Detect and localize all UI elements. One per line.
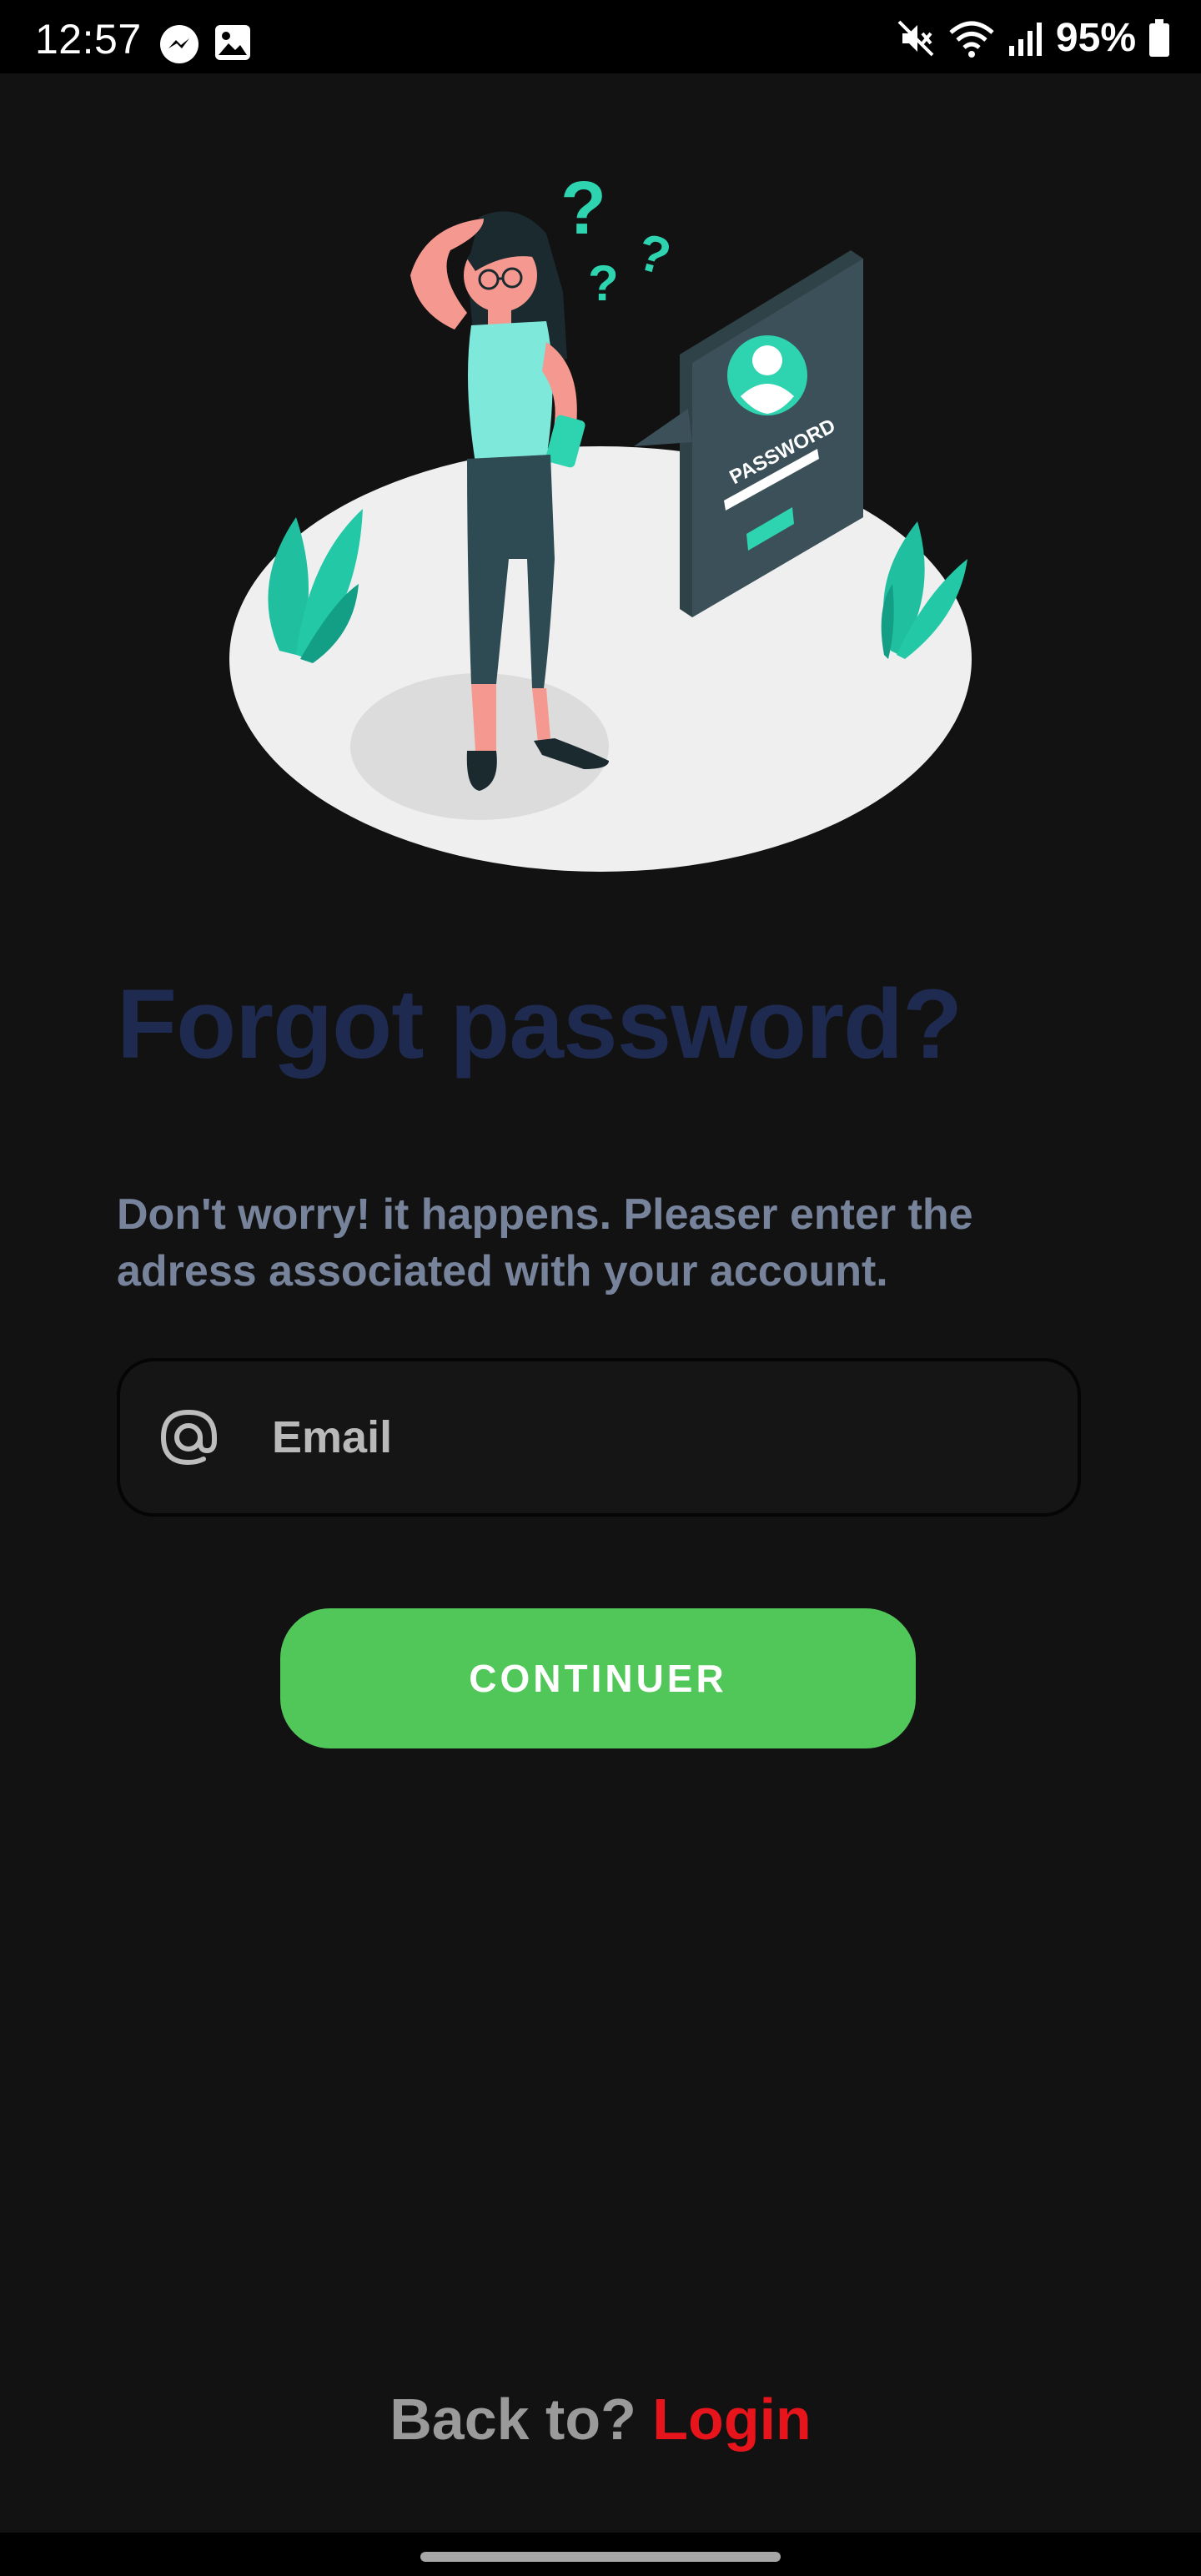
email-field[interactable] [117, 1358, 1081, 1517]
email-input[interactable] [270, 1411, 1078, 1464]
question-mark-icon: ? [631, 223, 676, 286]
gallery-icon [215, 25, 250, 60]
login-link[interactable]: Login [652, 2387, 811, 2452]
forgot-password-illustration: PASSWORD ? ? ? [229, 167, 972, 872]
page-subtitle: Don't worry! it happens. Pleaser enter t… [117, 1190, 973, 1296]
signal-icon [1008, 22, 1042, 56]
back-to-label: Back to? [389, 2387, 653, 2452]
battery-percentage: 95% [1055, 16, 1136, 60]
status-bar: 12:57 95% [0, 0, 1201, 73]
at-sign-icon [160, 1409, 217, 1466]
status-left-icons [158, 23, 252, 65]
continue-button[interactable]: CONTINUER [280, 1608, 916, 1748]
battery-icon [1149, 18, 1169, 57]
page-title: Forgot password? [117, 969, 962, 1079]
back-to-login: Back to? Login [0, 2386, 1201, 2453]
home-gesture-handle[interactable] [420, 2552, 781, 2562]
question-mark-icon: ? [560, 167, 606, 250]
mute-icon [897, 20, 934, 56]
status-time: 12:57 [35, 16, 142, 63]
navigation-bar [0, 2533, 1201, 2576]
status-right: 95% [896, 15, 1171, 61]
messenger-icon [160, 25, 198, 63]
wifi-icon [949, 21, 994, 58]
question-mark-icon: ? [588, 255, 619, 311]
